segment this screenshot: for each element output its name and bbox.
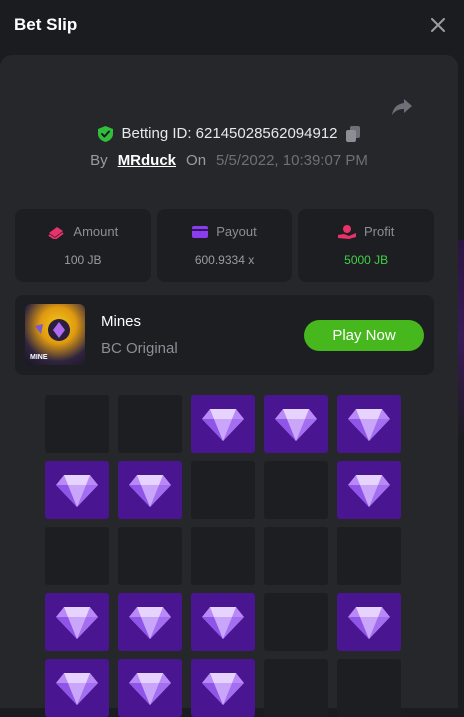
gem-tile	[118, 461, 182, 519]
payout-header: Payout	[192, 224, 257, 239]
game-info: MINE Mines BC Original Play Now	[15, 295, 434, 375]
bet-details-panel: Betting ID: 62145028562094912 By MRduck …	[0, 55, 458, 717]
empty-tile	[45, 395, 109, 453]
betting-id-row: Betting ID: 62145028562094912	[0, 125, 458, 142]
empty-tile	[118, 527, 182, 585]
background-edge	[458, 240, 464, 440]
by-label: By	[90, 152, 108, 169]
profit-header: Profit	[338, 224, 394, 239]
betting-id: Betting ID: 62145028562094912	[121, 125, 338, 142]
profit-card: Profit 5000 JB	[298, 209, 435, 282]
empty-tile	[191, 527, 255, 585]
payout-card: Payout 600.9334 x	[156, 209, 293, 282]
thumbnail-label: MINE	[30, 354, 48, 361]
gem-icon	[348, 475, 390, 507]
on-label: On	[186, 152, 207, 169]
empty-tile	[264, 461, 328, 519]
gem-tile	[45, 593, 109, 651]
amount-header: Amount	[47, 224, 118, 239]
gem-icon	[56, 475, 98, 507]
game-subtitle: BC Original	[101, 340, 178, 357]
empty-tile	[264, 527, 328, 585]
bet-meta-row: By MRduck On 5/5/2022, 10:39:07 PM	[0, 152, 458, 169]
play-now-button[interactable]: Play Now	[304, 320, 424, 351]
share-button[interactable]	[390, 95, 414, 119]
amount-value: 100 JB	[64, 253, 102, 267]
bet-datetime: 5/5/2022, 10:39:07 PM	[216, 152, 368, 169]
game-thumbnail[interactable]: MINE	[25, 304, 85, 365]
gem-tile	[337, 593, 401, 651]
copy-icon	[345, 125, 360, 142]
gem-icon	[275, 409, 317, 441]
gem-tile	[191, 593, 255, 651]
gem-tile	[45, 461, 109, 519]
shield-check-icon	[98, 125, 114, 142]
gem-icon	[202, 409, 244, 441]
profit-value: 5000 JB	[344, 253, 389, 267]
empty-tile	[337, 527, 401, 585]
gem-tile	[45, 659, 109, 717]
close-button[interactable]	[426, 13, 450, 37]
username-link[interactable]: MRduck	[118, 152, 176, 169]
gem-icon	[348, 409, 390, 441]
gem-icon	[56, 607, 98, 639]
gem-icon	[129, 607, 171, 639]
empty-tile	[118, 395, 182, 453]
wallet-icon	[192, 225, 209, 238]
bet-stats: Amount 100 JB Payout 600.9334 x Profit 5…	[15, 209, 435, 282]
page-title: Bet Slip	[14, 15, 78, 34]
gem-tile	[337, 395, 401, 453]
share-icon	[392, 99, 412, 115]
gem-tile	[118, 659, 182, 717]
gem-icon	[202, 673, 244, 705]
mines-grid	[45, 395, 402, 717]
game-name: Mines	[101, 313, 142, 330]
gem-icon	[202, 607, 244, 639]
copy-button[interactable]	[345, 125, 360, 142]
empty-tile	[337, 659, 401, 717]
gem-icon	[129, 673, 171, 705]
close-icon	[431, 18, 445, 32]
amount-icon	[48, 226, 65, 239]
gem-tile	[118, 593, 182, 651]
profit-label: Profit	[364, 224, 395, 239]
amount-card: Amount 100 JB	[15, 209, 151, 282]
gem-icon	[348, 607, 390, 639]
profit-icon	[338, 224, 356, 239]
empty-tile	[264, 593, 328, 651]
payout-value: 600.9334 x	[194, 253, 255, 267]
gem-tile	[191, 395, 255, 453]
bet-slip-header: Bet Slip	[0, 0, 464, 50]
empty-tile	[264, 659, 328, 717]
gem-tile	[191, 659, 255, 717]
gem-tile	[337, 461, 401, 519]
payout-label: Payout	[216, 224, 257, 239]
gem-tile	[264, 395, 328, 453]
gem-icon	[129, 475, 171, 507]
gem-icon	[56, 673, 98, 705]
empty-tile	[45, 527, 109, 585]
amount-label: Amount	[73, 224, 119, 239]
empty-tile	[191, 461, 255, 519]
